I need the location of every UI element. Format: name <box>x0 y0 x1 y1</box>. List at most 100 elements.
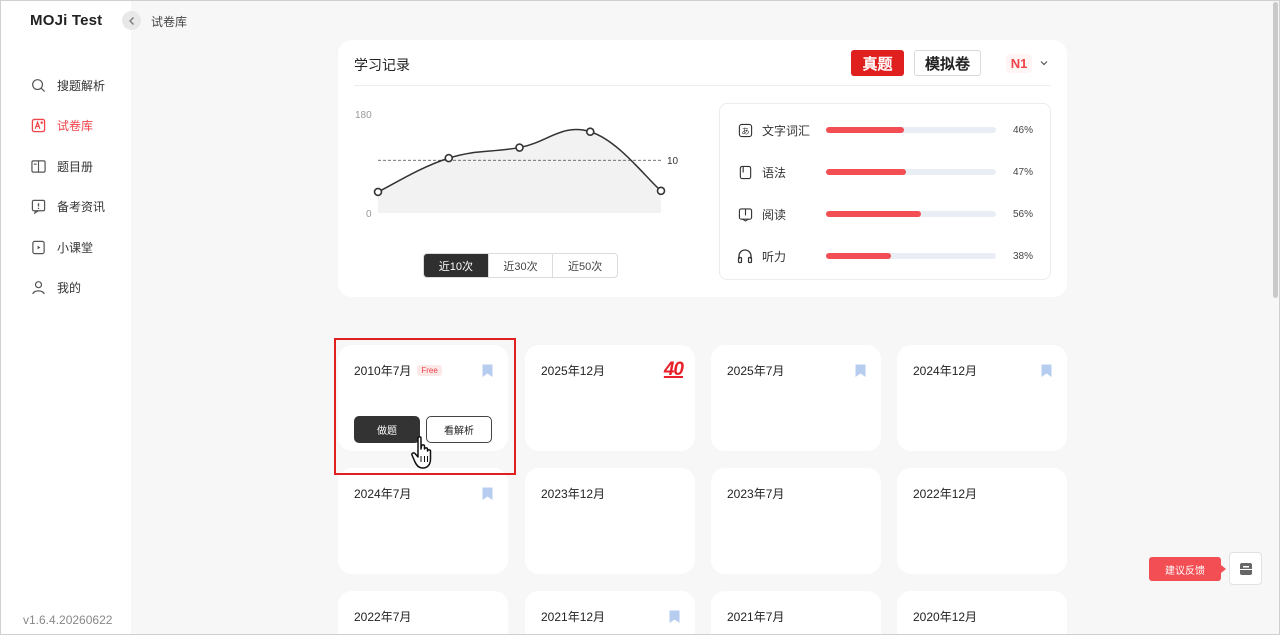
reference-line-label: 100 <box>667 156 678 167</box>
skill-progress-fill <box>826 127 905 133</box>
exam-card[interactable]: 2021年7月 <box>711 591 881 635</box>
skill-row-vocabulary: あ 文字词汇 46% <box>720 120 1052 140</box>
inbox-button[interactable] <box>1229 552 1262 585</box>
real-exam-tab[interactable]: 真题 <box>851 50 904 76</box>
headphones-icon <box>737 248 753 264</box>
sidebar-item-label: 备考资讯 <box>57 200 106 215</box>
skill-row-reading: 阅读 56% <box>720 204 1052 224</box>
exam-title: 2010年7月 Free <box>354 362 442 379</box>
range-tabs: 近10次 近30次 近50次 <box>423 253 618 278</box>
data-point <box>515 143 524 152</box>
score-chart: 180 0 100 <box>348 105 684 230</box>
sidebar-item-label: 我的 <box>57 281 82 296</box>
skill-name: 听力 <box>762 249 787 264</box>
skill-percent: 47% <box>1013 166 1034 178</box>
skills-panel: あ 文字词汇 46% 语法 47% 阅读 56% 听力 38% <box>719 103 1051 280</box>
score-badge: 40 <box>663 359 684 380</box>
book-icon <box>737 164 753 180</box>
mock-exam-tab[interactable]: 模拟卷 <box>914 50 981 76</box>
bookmark-icon[interactable] <box>1041 364 1052 383</box>
exam-card[interactable]: 2024年12月 <box>897 345 1067 451</box>
exam-card[interactable]: 2024年7月 <box>338 468 508 574</box>
exam-card[interactable]: 2025年7月 <box>711 345 881 451</box>
sidebar-item-classroom[interactable]: 小课堂 <box>0 227 131 268</box>
skill-percent: 56% <box>1013 208 1034 220</box>
bookmark-icon[interactable] <box>482 487 493 506</box>
skill-percent: 46% <box>1013 124 1034 136</box>
level-select[interactable]: N1 <box>1006 50 1052 76</box>
skill-progress-track <box>826 211 996 217</box>
y-tick-label: 180 <box>355 110 372 121</box>
sidebar-item-exam-library[interactable]: 试卷库 <box>0 106 131 147</box>
skill-progress-fill <box>826 169 906 175</box>
exam-card[interactable]: 2020年12月 <box>897 591 1067 635</box>
exam-title: 2025年12月 <box>541 364 606 378</box>
sidebar-item-label: 题目册 <box>57 159 94 174</box>
exam-title: 2021年7月 <box>727 610 785 624</box>
bookmark-icon[interactable] <box>669 610 680 629</box>
exam-title: 2025年7月 <box>727 364 785 378</box>
hand-cursor-icon <box>409 435 439 476</box>
back-button[interactable] <box>122 11 141 30</box>
classroom-icon <box>30 239 46 255</box>
sidebar: MOJi Test 搜题解析 试卷库 题目册 备考资讯 小课堂 我的 v1.6.… <box>0 0 131 635</box>
skill-name: 语法 <box>762 165 787 180</box>
exam-card[interactable]: 2025年12月 40 <box>525 345 695 451</box>
exam-title: 2021年12月 <box>541 610 606 624</box>
skill-name: 文字词汇 <box>762 123 811 138</box>
open-book-icon <box>737 206 753 222</box>
sidebar-item-news[interactable]: 备考资讯 <box>0 187 131 228</box>
exam-card[interactable]: 2021年12月 <box>525 591 695 635</box>
chevron-down-icon <box>1040 61 1048 66</box>
score-line-chart: 180 0 100 <box>355 110 684 220</box>
skill-progress-fill <box>826 253 891 259</box>
skill-percent: 38% <box>1013 250 1034 262</box>
panel-title: 学习记录 <box>354 57 410 73</box>
sidebar-item-label: 小课堂 <box>57 240 94 255</box>
exam-title: 2024年7月 <box>354 487 412 501</box>
skill-progress-track <box>826 169 996 175</box>
exam-library-icon <box>30 118 46 134</box>
free-badge: Free <box>417 365 442 376</box>
sidebar-item-label: 搜题解析 <box>57 78 106 93</box>
range-tab-30[interactable]: 近30次 <box>489 254 554 277</box>
question-book-icon <box>30 158 46 174</box>
skill-name: 阅读 <box>762 207 787 222</box>
data-point <box>585 127 595 137</box>
scrollbar[interactable] <box>1273 2 1278 298</box>
sidebar-item-label: 试卷库 <box>57 119 94 134</box>
exam-title: 2024年12月 <box>913 364 978 378</box>
exam-card[interactable]: 2022年12月 <box>897 468 1067 574</box>
exam-title: 2020年12月 <box>913 610 978 624</box>
range-tab-10[interactable]: 近10次 <box>424 254 489 277</box>
bookmark-icon[interactable] <box>855 364 866 383</box>
skill-progress-track <box>826 253 996 259</box>
news-icon <box>30 199 46 215</box>
sidebar-item-question-book[interactable]: 题目册 <box>0 146 131 187</box>
sidebar-item-me[interactable]: 我的 <box>0 268 131 309</box>
feedback-button[interactable]: 建议反馈 <box>1149 557 1226 581</box>
exam-card[interactable]: 2023年7月 <box>711 468 881 574</box>
exam-card[interactable]: 2023年12月 <box>525 468 695 574</box>
exam-title: 2022年7月 <box>354 610 412 624</box>
exam-title: 2023年12月 <box>541 487 606 501</box>
breadcrumb: 试卷库 <box>151 15 188 29</box>
level-value: N1 <box>1006 53 1032 73</box>
area-fill <box>378 129 661 213</box>
sidebar-nav: 搜题解析 试卷库 题目册 备考资讯 小课堂 我的 <box>0 65 131 308</box>
skill-row-listening: 听力 38% <box>720 246 1052 266</box>
exam-card[interactable]: 2022年7月 <box>338 591 508 635</box>
exam-title: 2022年12月 <box>913 487 978 501</box>
chevron-left-icon <box>128 16 134 25</box>
sidebar-item-search[interactable]: 搜题解析 <box>0 65 131 106</box>
kana-icon: あ <box>737 122 753 138</box>
svg-text:あ: あ <box>741 126 749 135</box>
app-brand: MOJi Test <box>30 12 103 29</box>
user-icon <box>30 280 46 296</box>
data-point <box>656 186 666 196</box>
exam-title: 2023年7月 <box>727 487 785 501</box>
range-tab-50[interactable]: 近50次 <box>553 254 617 277</box>
bookmark-icon[interactable] <box>482 364 493 383</box>
y-tick-label: 0 <box>366 209 372 220</box>
divider <box>354 85 1051 86</box>
